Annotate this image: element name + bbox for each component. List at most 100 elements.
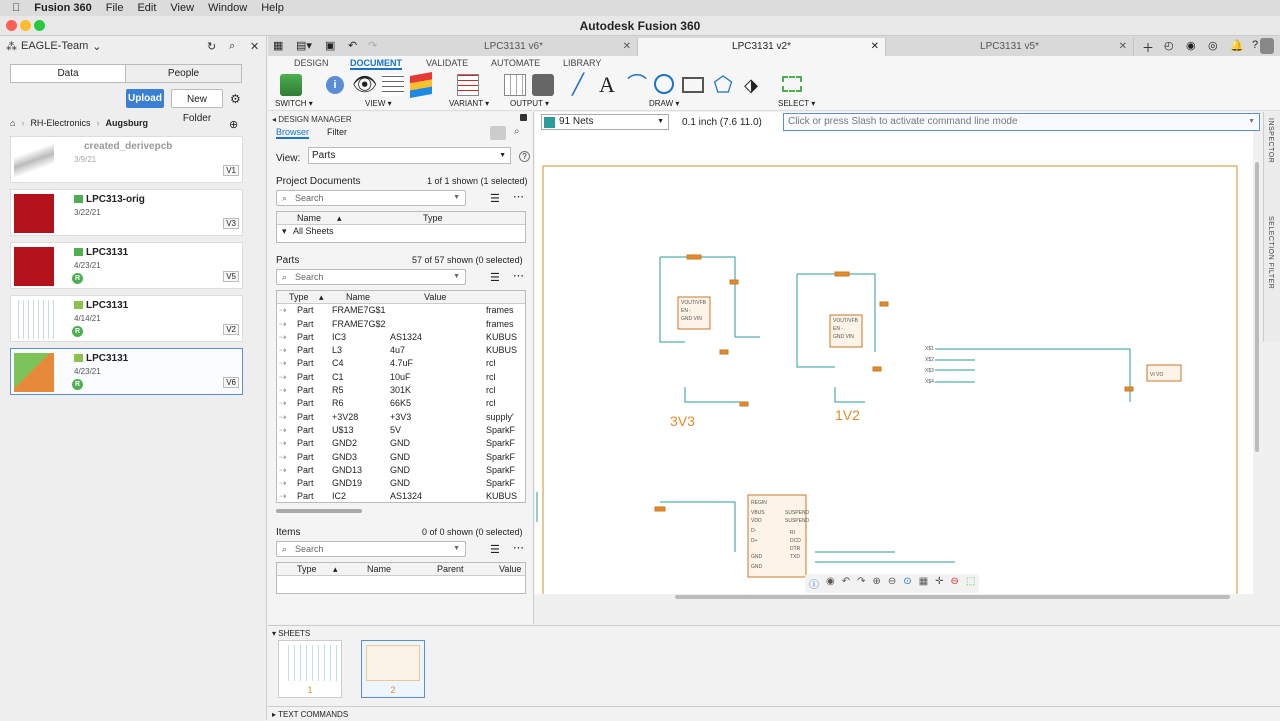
more-icon[interactable]: ⋯ xyxy=(513,541,524,554)
select-icon[interactable]: ⬚ xyxy=(966,576,975,591)
net-select[interactable]: 91 Nets ▼ xyxy=(541,114,669,130)
save-icon[interactable]: ▣ xyxy=(325,39,335,52)
menu-file[interactable]: File xyxy=(106,2,124,14)
undo-icon[interactable]: ↶ xyxy=(348,39,357,52)
search-input[interactable]: Search▼ xyxy=(276,190,466,206)
text-icon[interactable]: A xyxy=(596,74,618,96)
apple-icon[interactable]:  xyxy=(12,2,20,14)
menu-edit[interactable]: Edit xyxy=(137,2,156,14)
circle-icon[interactable] xyxy=(654,74,674,94)
select-mode-icon[interactable] xyxy=(490,126,506,140)
view-select[interactable]: Parts ▼ xyxy=(308,147,511,164)
tab-document[interactable]: LPC3131 v6* ✕ xyxy=(390,38,638,56)
new-tab-icon[interactable]: ＋ xyxy=(1142,39,1154,56)
minimize-window-button[interactable] xyxy=(20,20,31,31)
help-icon[interactable]: ? xyxy=(1252,39,1258,51)
zoom-out-icon[interactable]: ⊖ xyxy=(888,576,896,591)
tab-browser[interactable]: Browser xyxy=(276,127,310,139)
table-row[interactable]: ⇢ Part IC3 AS1324 KUBUS xyxy=(277,331,525,344)
rectangle-icon[interactable] xyxy=(682,77,704,93)
zoom-window-button[interactable] xyxy=(34,20,45,31)
vertical-scrollbar[interactable] xyxy=(1255,162,1259,452)
add-folder-icon[interactable]: ⊕ xyxy=(229,118,238,131)
variant-icon[interactable] xyxy=(457,74,479,96)
job-status-icon[interactable]: ◉ xyxy=(1186,39,1196,52)
avatar[interactable] xyxy=(1260,38,1274,54)
show-icon[interactable]: 👁 xyxy=(352,74,377,96)
menu-help[interactable]: Help xyxy=(261,2,284,14)
tab-document[interactable]: LPC3131 v5* ✕ xyxy=(886,38,1134,56)
tab-filter[interactable]: Filter xyxy=(327,127,347,137)
breadcrumb-item[interactable]: Augsburg xyxy=(105,118,148,128)
view-menu[interactable]: VIEW ▾ xyxy=(365,99,392,108)
table-row[interactable]: ⇢ Part GND19 GND SparkF xyxy=(277,477,525,490)
version-badge[interactable]: V3 xyxy=(223,218,239,229)
scrollbar[interactable] xyxy=(276,509,362,513)
draw-menu[interactable]: DRAW ▾ xyxy=(649,99,679,108)
extensions-icon[interactable]: ◴ xyxy=(1164,39,1174,52)
switch-icon[interactable] xyxy=(280,74,302,96)
zoom-icon[interactable]: ⌕ xyxy=(514,126,520,137)
print-icon[interactable] xyxy=(532,74,554,96)
list-item[interactable]: LPC3131 4/14/21 R V2 xyxy=(10,295,243,342)
command-line-input[interactable]: Click or press Slash to activate command… xyxy=(783,113,1260,131)
close-window-button[interactable] xyxy=(6,20,17,31)
grid-icon[interactable]: ▦ xyxy=(919,576,928,591)
table-row[interactable]: ⇢ Part C4 4.7uF rcl xyxy=(277,357,525,370)
bom-icon[interactable] xyxy=(504,74,526,96)
sheet-thumbnail-active[interactable]: 2 xyxy=(361,640,425,698)
notification-icon[interactable]: 🔔 xyxy=(1230,39,1244,52)
selection-filter-tab[interactable]: SELECTION FILTER xyxy=(1267,216,1274,289)
refresh-icon[interactable]: ↻ xyxy=(207,40,216,53)
table-row[interactable]: ⇢ Part C1 10uF rcl xyxy=(277,371,525,384)
version-badge[interactable]: V5 xyxy=(223,271,239,282)
close-tab-icon[interactable]: ✕ xyxy=(623,38,631,56)
tab-library[interactable]: LIBRARY xyxy=(563,58,601,68)
table-row[interactable]: ⇢ Part +3V28 +3V3 supply' xyxy=(277,411,525,424)
horizontal-scrollbar[interactable] xyxy=(675,595,1230,599)
inspector-tab[interactable]: INSPECTOR xyxy=(1267,118,1274,163)
close-tab-icon[interactable]: ✕ xyxy=(871,38,879,56)
list-item[interactable]: LPC3131 4/23/21 R V6 xyxy=(10,348,243,395)
version-badge[interactable]: V2 xyxy=(223,324,239,335)
select-icon[interactable] xyxy=(782,76,802,92)
table-row[interactable]: ⇢ Part FRAME7G$1 frames xyxy=(277,304,525,317)
menu-view[interactable]: View xyxy=(170,2,194,14)
list-icon[interactable]: ☰ xyxy=(490,543,500,556)
gear-icon[interactable]: ⚙ xyxy=(230,92,241,106)
list-item[interactable]: LPC313-orig 3/22/21 V3 xyxy=(10,189,243,236)
text-commands-bar[interactable]: ▸ TEXT COMMANDS xyxy=(268,706,1280,721)
tab-data[interactable]: Data xyxy=(10,64,126,83)
version-badge[interactable]: V6 xyxy=(223,377,239,388)
sheets-title[interactable]: ▾ SHEETS xyxy=(272,629,310,638)
grid-icon[interactable] xyxy=(382,74,404,96)
version-badge[interactable]: V1 xyxy=(223,165,239,176)
table-row[interactable]: ⇢ Part R6 66K5 rcl xyxy=(277,397,525,410)
layers-icon[interactable] xyxy=(410,72,432,98)
info-icon[interactable]: ⓘ xyxy=(809,576,819,591)
table-row[interactable]: ⇢ Part GND3 GND SparkF xyxy=(277,451,525,464)
search-input[interactable]: Search▼ xyxy=(276,541,466,557)
zoom-in-icon[interactable]: ⊕ xyxy=(873,576,881,591)
table-row[interactable]: ▾ All Sheets xyxy=(277,225,525,238)
table-row[interactable]: ⇢ Part L3 4u7 KUBUS xyxy=(277,344,525,357)
breadcrumb-item[interactable]: RH-Electronics xyxy=(30,118,90,128)
sheet-thumbnail[interactable]: 1 xyxy=(278,640,342,698)
schematic-canvas[interactable]: VOUT/VFB EN - GND VIN VOUT/VFB EN - GND VIN … xyxy=(535,112,1259,599)
team-selector[interactable]: ⁂ EAGLE-Team ⌄ ↻ ⌕ ✕ xyxy=(0,36,266,56)
line-icon[interactable]: ╱ xyxy=(567,74,589,96)
table-row[interactable]: ⇢ Part U$13 5V SparkF xyxy=(277,424,525,437)
eye-icon[interactable]: ◉ xyxy=(826,576,835,591)
search-input[interactable]: Search▼ xyxy=(276,269,466,285)
undo-icon[interactable]: ↶ xyxy=(842,576,850,591)
table-row[interactable]: ⇢ Part IC2 AS1324 KUBUS xyxy=(277,490,525,502)
new-folder-button[interactable]: New Folder xyxy=(171,89,223,124)
zoom-fit-icon[interactable]: ⊙ xyxy=(903,576,911,591)
table-row[interactable]: ⇢ Part R5 301K rcl xyxy=(277,384,525,397)
help-icon[interactable]: ? xyxy=(519,151,530,162)
table-row[interactable]: ⇢ Part GND13 GND SparkF xyxy=(277,464,525,477)
file-menu-icon[interactable]: ▤▾ xyxy=(296,39,312,52)
variant-menu[interactable]: VARIANT ▾ xyxy=(449,99,489,108)
search-icon[interactable]: ⌕ xyxy=(229,40,235,53)
info-icon[interactable]: i xyxy=(326,76,344,94)
